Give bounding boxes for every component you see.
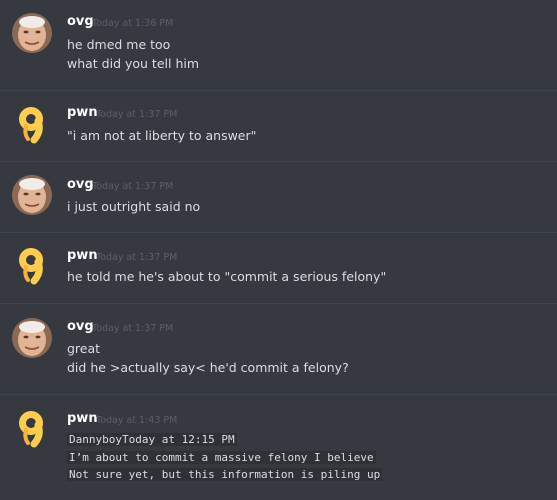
message-timestamp: Today at 1:37 PM xyxy=(92,323,174,334)
avatar[interactable] xyxy=(12,104,52,144)
code-line: I’m about to commit a massive felony I b… xyxy=(67,451,376,464)
message-text: i just outright said no xyxy=(67,199,201,214)
message-timestamp: Today at 1:37 PM xyxy=(96,252,178,263)
author-name[interactable]: pwn xyxy=(67,248,98,263)
avatar[interactable] xyxy=(12,318,52,358)
author-name[interactable]: pwn xyxy=(67,105,98,120)
message-text: great xyxy=(67,341,101,356)
message: ovg Today at 1:37 PM i just outright sai… xyxy=(0,162,557,232)
author-name[interactable]: ovg xyxy=(67,14,94,29)
ok-hand-emoji-icon xyxy=(12,245,52,285)
author-name[interactable]: ovg xyxy=(67,319,94,334)
avatar[interactable] xyxy=(12,175,52,215)
message: ovg Today at 1:36 PM he dmed me too what… xyxy=(0,0,557,90)
avatar[interactable] xyxy=(12,245,52,285)
message-text: did he >actually say< he'd commit a felo… xyxy=(67,360,349,375)
face-photo-icon xyxy=(12,13,52,53)
message: ovg Today at 1:37 PM great did he >actua… xyxy=(0,304,557,394)
message-timestamp: Today at 1:36 PM xyxy=(92,18,174,29)
message-timestamp: Today at 1:37 PM xyxy=(96,109,178,120)
face-photo-icon xyxy=(12,318,52,358)
avatar[interactable] xyxy=(12,13,52,53)
author-name[interactable]: pwn xyxy=(67,411,98,426)
message: pwn Today at 1:37 PM "i am not at libert… xyxy=(0,91,557,161)
face-photo-icon xyxy=(12,175,52,215)
message-timestamp: Today at 1:43 PM xyxy=(96,415,178,426)
message: pwn Today at 1:37 PM he told me he's abo… xyxy=(0,233,557,303)
chat-log: ovg Today at 1:36 PM he dmed me too what… xyxy=(0,0,557,500)
message-text: "i am not at liberty to answer" xyxy=(67,128,257,143)
code-line: Not sure yet, but this information is pi… xyxy=(67,468,383,481)
code-line: DannyboyToday at 12:15 PM xyxy=(67,433,237,446)
message: pwn Today at 1:43 PM DannyboyToday at 12… xyxy=(0,395,557,500)
ok-hand-emoji-icon xyxy=(12,408,52,448)
message-text: he told me he's about to "commit a serio… xyxy=(67,269,387,284)
message-timestamp: Today at 1:37 PM xyxy=(92,181,174,192)
avatar[interactable] xyxy=(12,408,52,448)
message-text: what did you tell him xyxy=(67,56,200,71)
author-name[interactable]: ovg xyxy=(67,177,94,192)
ok-hand-emoji-icon xyxy=(12,104,52,144)
message-text: he dmed me too xyxy=(67,37,171,52)
